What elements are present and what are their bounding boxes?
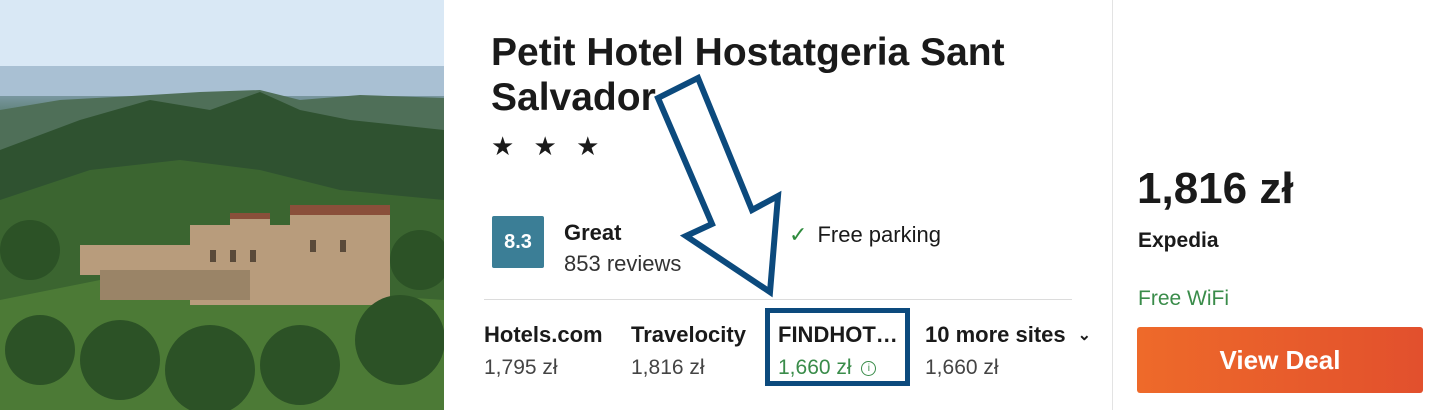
- site-hotels-com[interactable]: Hotels.com 1,795 zł: [484, 322, 603, 380]
- view-deal-button[interactable]: View Deal: [1137, 327, 1423, 393]
- divider: [484, 299, 1072, 300]
- more-sites-dropdown[interactable]: 10 more sites ⌄ 1,660 zł: [925, 322, 1091, 380]
- site-price: 1,795 zł: [484, 356, 558, 379]
- site-price: 1,816 zł: [631, 356, 705, 379]
- hotel-photo-illustration: [0, 0, 444, 410]
- reviews-count[interactable]: 853 reviews: [564, 251, 681, 277]
- hotel-photo[interactable]: [0, 0, 444, 410]
- more-sites-label: 10 more sites: [925, 322, 1066, 347]
- site-name: Hotels.com: [484, 322, 603, 347]
- deal-provider: Expedia: [1138, 229, 1219, 252]
- hotel-name[interactable]: Petit Hotel Hostatgeria Sant Salvador: [491, 30, 1071, 120]
- rating-label: Great: [564, 220, 622, 245]
- deal-amenity-wifi: Free WiFi: [1138, 287, 1229, 310]
- rating-score-badge: 8.3: [492, 216, 544, 268]
- hotel-info: Petit Hotel Hostatgeria Sant Salvador ★ …: [444, 0, 1112, 410]
- chevron-down-icon: ⌄: [1077, 327, 1092, 344]
- star-rating: ★ ★ ★: [491, 131, 606, 161]
- more-sites-price: 1,660 zł: [925, 356, 999, 379]
- amenity-label: Free parking: [817, 222, 941, 247]
- best-deal-panel: 1,816 zł Expedia Free WiFi View Deal: [1113, 0, 1436, 410]
- deal-price: 1,816 zł: [1137, 164, 1294, 213]
- amenity-free-parking: ✓ Free parking: [789, 222, 941, 248]
- check-icon: ✓: [789, 222, 808, 247]
- site-travelocity[interactable]: Travelocity 1,816 zł: [631, 322, 746, 380]
- site-name: Travelocity: [631, 322, 746, 347]
- annotation-highlight-box: [765, 308, 910, 386]
